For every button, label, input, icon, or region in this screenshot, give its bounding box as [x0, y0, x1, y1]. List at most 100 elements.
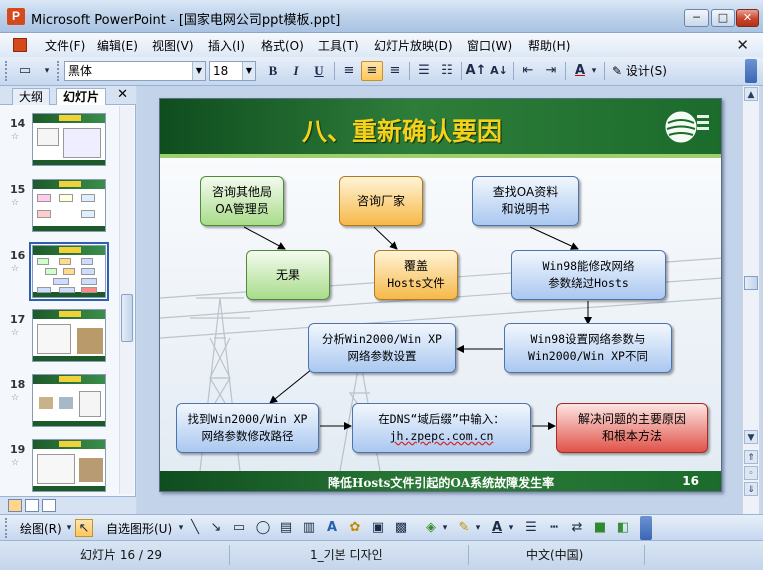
autoshapes-menu-button[interactable]: 自选图形(U): [106, 520, 172, 537]
select-pointer-icon[interactable]: ↖: [75, 519, 93, 537]
select-object-icon[interactable]: ◦: [744, 466, 758, 480]
align-right-icon[interactable]: ≡: [384, 61, 406, 81]
toolbar-grip[interactable]: [57, 61, 60, 81]
menu-help[interactable]: 帮助(H): [528, 37, 570, 54]
flow-box-consult-other[interactable]: 咨询其他局 OA管理员: [200, 176, 284, 226]
close-icon[interactable]: ✕: [117, 87, 128, 102]
chevron-down-icon[interactable]: ▾: [506, 519, 516, 537]
text-box-icon[interactable]: ▤: [277, 519, 295, 537]
flow-box-find-path[interactable]: 找到Win2000/Win XP 网络参数修改路径: [176, 403, 319, 453]
scrollbar-thumb[interactable]: [121, 294, 133, 342]
flow-box-root-cause[interactable]: 解决问题的主要原因 和根本方法: [556, 403, 708, 453]
shadow-style-icon[interactable]: ■: [591, 519, 609, 537]
design-button[interactable]: ✎ 设计(S): [612, 61, 667, 81]
underline-button[interactable]: U: [308, 61, 330, 81]
flow-box-win98-diff[interactable]: Win98设置网络参数与 Win2000/Win XP不同: [504, 323, 672, 373]
line-style-icon[interactable]: ☰: [522, 519, 540, 537]
slide-title[interactable]: 八、重新确认要因: [302, 112, 502, 148]
slide-number: 14: [10, 117, 26, 130]
draw-menu-button[interactable]: 绘图(R): [20, 520, 62, 537]
font-name-select[interactable]: 黑体 ▼: [64, 61, 206, 81]
workspace-scrollbar[interactable]: ▲ ▼ ⇑ ◦ ⇓: [742, 86, 759, 514]
menu-slideshow[interactable]: 幻灯片放映(D): [374, 37, 453, 54]
new-document-icon[interactable]: ▭: [14, 61, 36, 81]
oval-tool-icon[interactable]: ◯: [254, 519, 272, 537]
clipart-icon[interactable]: ▣: [369, 519, 387, 537]
close-button[interactable]: ✕: [736, 9, 759, 27]
wordart-icon[interactable]: A: [323, 519, 341, 537]
flow-box-consult-vendor[interactable]: 咨询厂家: [339, 176, 423, 226]
arrow-style-icon[interactable]: ⇄: [568, 519, 586, 537]
menu-insert[interactable]: 插入(I): [208, 37, 245, 54]
flow-box-override-hosts[interactable]: 覆盖 Hosts文件: [374, 250, 458, 300]
align-left-icon[interactable]: ≡: [338, 61, 360, 81]
arrow-tool-icon[interactable]: ↘: [207, 519, 225, 537]
normal-view-icon[interactable]: [8, 499, 22, 512]
fill-color-icon[interactable]: ◈: [422, 519, 440, 537]
italic-button[interactable]: I: [285, 61, 307, 81]
slide-thumbnail-17[interactable]: [32, 309, 106, 362]
menu-view[interactable]: 视图(V): [152, 37, 194, 54]
toolbar-options-icon[interactable]: ▾: [36, 61, 58, 81]
previous-slide-icon[interactable]: ⇑: [744, 450, 758, 464]
scroll-down-icon[interactable]: ▼: [744, 430, 758, 444]
increase-font-icon[interactable]: A↑: [465, 61, 487, 81]
menu-edit[interactable]: 编辑(E): [97, 37, 138, 54]
bulleted-list-icon[interactable]: ☷: [436, 61, 458, 81]
flow-box-analyze-win2000[interactable]: 分析Win2000/Win XP 网络参数设置: [308, 323, 456, 373]
slide-thumbnail-14[interactable]: [32, 113, 106, 166]
numbered-list-icon[interactable]: ☰: [413, 61, 435, 81]
bold-button[interactable]: B: [262, 61, 284, 81]
toolbar-grip[interactable]: [5, 518, 8, 538]
chevron-down-icon[interactable]: ▾: [440, 519, 450, 537]
slide-canvas[interactable]: 八、重新确认要因 咨询其他局 OA管理员 咨询厂家 查找OA资料 和说明书 无果…: [159, 98, 722, 492]
slide-thumbnail-18[interactable]: [32, 374, 106, 427]
menu-file[interactable]: 文件(F): [45, 37, 85, 54]
slide-sorter-view-icon[interactable]: [25, 499, 39, 512]
slides-pane-scrollbar[interactable]: [119, 106, 134, 494]
document-icon[interactable]: [13, 38, 27, 52]
3d-style-icon[interactable]: ◧: [614, 519, 632, 537]
line-color-icon[interactable]: ✎: [455, 519, 473, 537]
decrease-indent-icon[interactable]: ⇤: [517, 61, 539, 81]
slideshow-view-icon[interactable]: [42, 499, 56, 512]
menu-format[interactable]: 格式(O): [261, 37, 304, 54]
rectangle-tool-icon[interactable]: ▭: [230, 519, 248, 537]
font-color-icon[interactable]: A: [488, 519, 506, 537]
menu-tools[interactable]: 工具(T): [318, 37, 359, 54]
decrease-font-icon[interactable]: A↓: [488, 61, 510, 81]
chevron-down-icon[interactable]: ▾: [588, 61, 600, 81]
diagram-icon[interactable]: ✿: [346, 519, 364, 537]
flow-box-dns-input[interactable]: 在DNS“域后缀”中输入： jh.zpepc.com.cn: [352, 403, 531, 453]
toolbar-overflow-button[interactable]: [745, 59, 757, 83]
dash-style-icon[interactable]: ┅: [545, 519, 563, 537]
tab-outline[interactable]: 大纲: [12, 88, 51, 105]
font-size-select[interactable]: 18 ▼: [209, 61, 256, 81]
vertical-text-box-icon[interactable]: ▥: [300, 519, 318, 537]
powerpoint-app-icon[interactable]: P: [7, 8, 25, 25]
slide-thumbnail-15[interactable]: [32, 179, 106, 232]
chevron-down-icon[interactable]: ▼: [242, 62, 255, 80]
document-close-button[interactable]: ✕: [736, 36, 749, 54]
flow-box-find-docs[interactable]: 查找OA资料 和说明书: [472, 176, 579, 226]
tab-slides[interactable]: 幻灯片: [56, 88, 107, 105]
maximize-button[interactable]: □: [711, 9, 735, 27]
slide-thumbnail-16[interactable]: [29, 242, 109, 301]
slide-thumbnail-19[interactable]: [32, 439, 106, 492]
insert-picture-icon[interactable]: ▩: [392, 519, 410, 537]
menu-window[interactable]: 窗口(W): [467, 37, 512, 54]
line-tool-icon[interactable]: ╲: [186, 519, 204, 537]
scroll-up-icon[interactable]: ▲: [744, 87, 758, 101]
align-center-icon[interactable]: ≡: [361, 61, 383, 81]
next-slide-icon[interactable]: ⇓: [744, 482, 758, 496]
chevron-down-icon[interactable]: ▾: [473, 519, 483, 537]
increase-indent-icon[interactable]: ⇥: [540, 61, 562, 81]
flow-box-no-result[interactable]: 无果: [246, 250, 330, 300]
minimize-button[interactable]: ─: [684, 9, 709, 27]
flow-box-win98-modify[interactable]: Win98能修改网络 参数绕过Hosts: [511, 250, 666, 300]
slide-number: 17: [10, 313, 26, 326]
toolbar-grip[interactable]: [5, 61, 8, 81]
toolbar-overflow-button[interactable]: [640, 516, 652, 540]
chevron-down-icon[interactable]: ▼: [192, 62, 205, 80]
scrollbar-thumb[interactable]: [744, 276, 758, 290]
